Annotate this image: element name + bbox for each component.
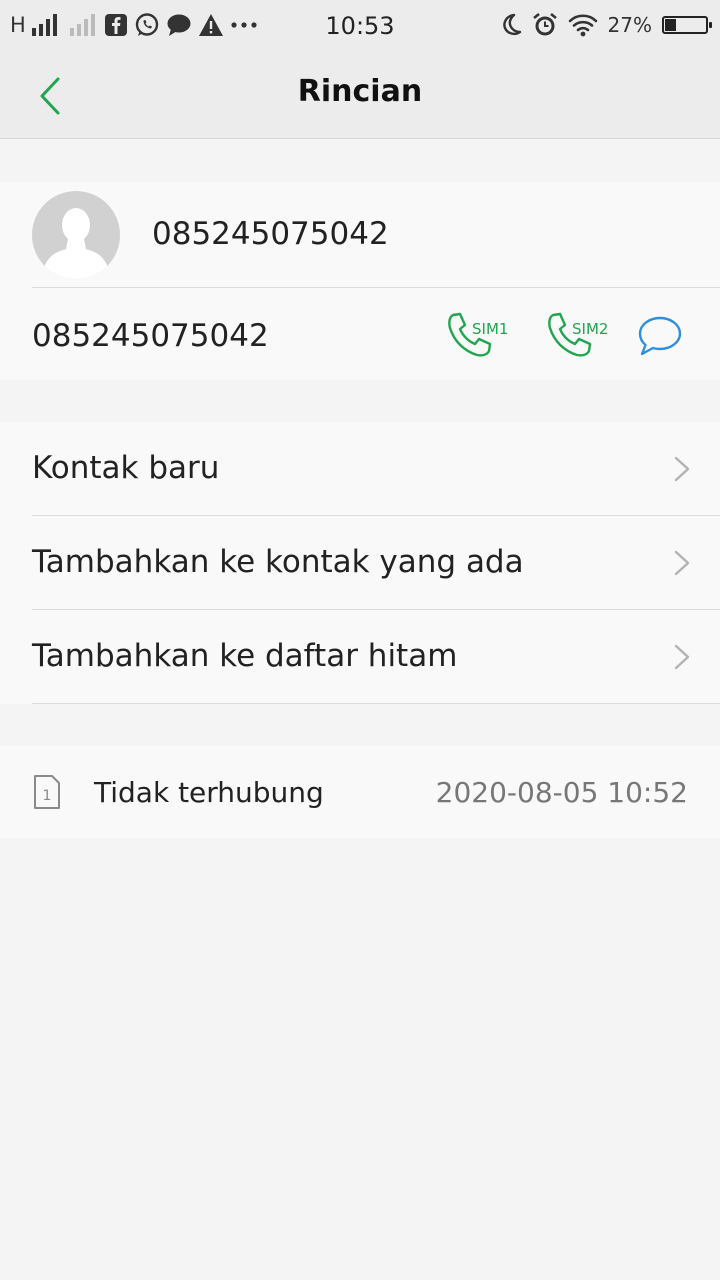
app-bar: Rincian	[0, 50, 720, 139]
call-sim2-button[interactable]: SIM2	[544, 310, 614, 360]
sim1-label: SIM1	[472, 320, 509, 338]
battery-percent: 27%	[607, 13, 652, 37]
contact-header-number: 085245075042	[152, 216, 389, 252]
call-log-entry[interactable]: 1 Tidak terhubung 2020-08-05 10:52	[0, 746, 720, 838]
status-right-icons: 27%	[500, 10, 712, 40]
sim2-label: SIM2	[572, 320, 609, 338]
call-datetime: 2020-08-05 10:52	[435, 776, 688, 809]
chevron-right-icon	[674, 456, 690, 482]
phone-number-row[interactable]: 085245075042 SIM1 SIM2	[0, 288, 720, 380]
contact-card: 085245075042 085245075042 SIM1 SIM2	[0, 182, 720, 380]
send-message-button[interactable]	[636, 310, 684, 360]
call-status: Tidak terhubung	[94, 776, 324, 809]
battery-fill	[665, 19, 676, 31]
message-bubble-icon	[638, 316, 682, 356]
menu-item-new-contact[interactable]: Kontak baru	[0, 422, 720, 516]
avatar-placeholder-icon	[32, 191, 120, 279]
phone-number: 085245075042	[32, 318, 269, 354]
menu-item-add-to-blacklist[interactable]: Tambahkan ke daftar hitam	[0, 610, 720, 704]
menu-item-label: Tambahkan ke daftar hitam	[32, 638, 458, 674]
chevron-right-icon	[674, 644, 690, 670]
menu-item-label: Kontak baru	[32, 450, 220, 486]
actions-menu: Kontak baru Tambahkan ke kontak yang ada…	[0, 422, 720, 704]
battery-icon	[662, 16, 712, 34]
wifi-icon	[568, 14, 597, 37]
moon-icon	[502, 13, 521, 36]
status-bar: H 10:53 27%	[0, 0, 720, 50]
sim-card-icon: 1	[34, 775, 60, 809]
chevron-right-icon	[674, 550, 690, 576]
page-title: Rincian	[297, 74, 423, 109]
divider	[32, 703, 720, 704]
alarm-icon	[532, 12, 557, 36]
menu-item-label: Tambahkan ke kontak yang ada	[32, 544, 524, 580]
menu-item-add-to-existing[interactable]: Tambahkan ke kontak yang ada	[0, 516, 720, 610]
call-sim1-button[interactable]: SIM1	[444, 310, 514, 360]
sim-number: 1	[43, 788, 52, 804]
